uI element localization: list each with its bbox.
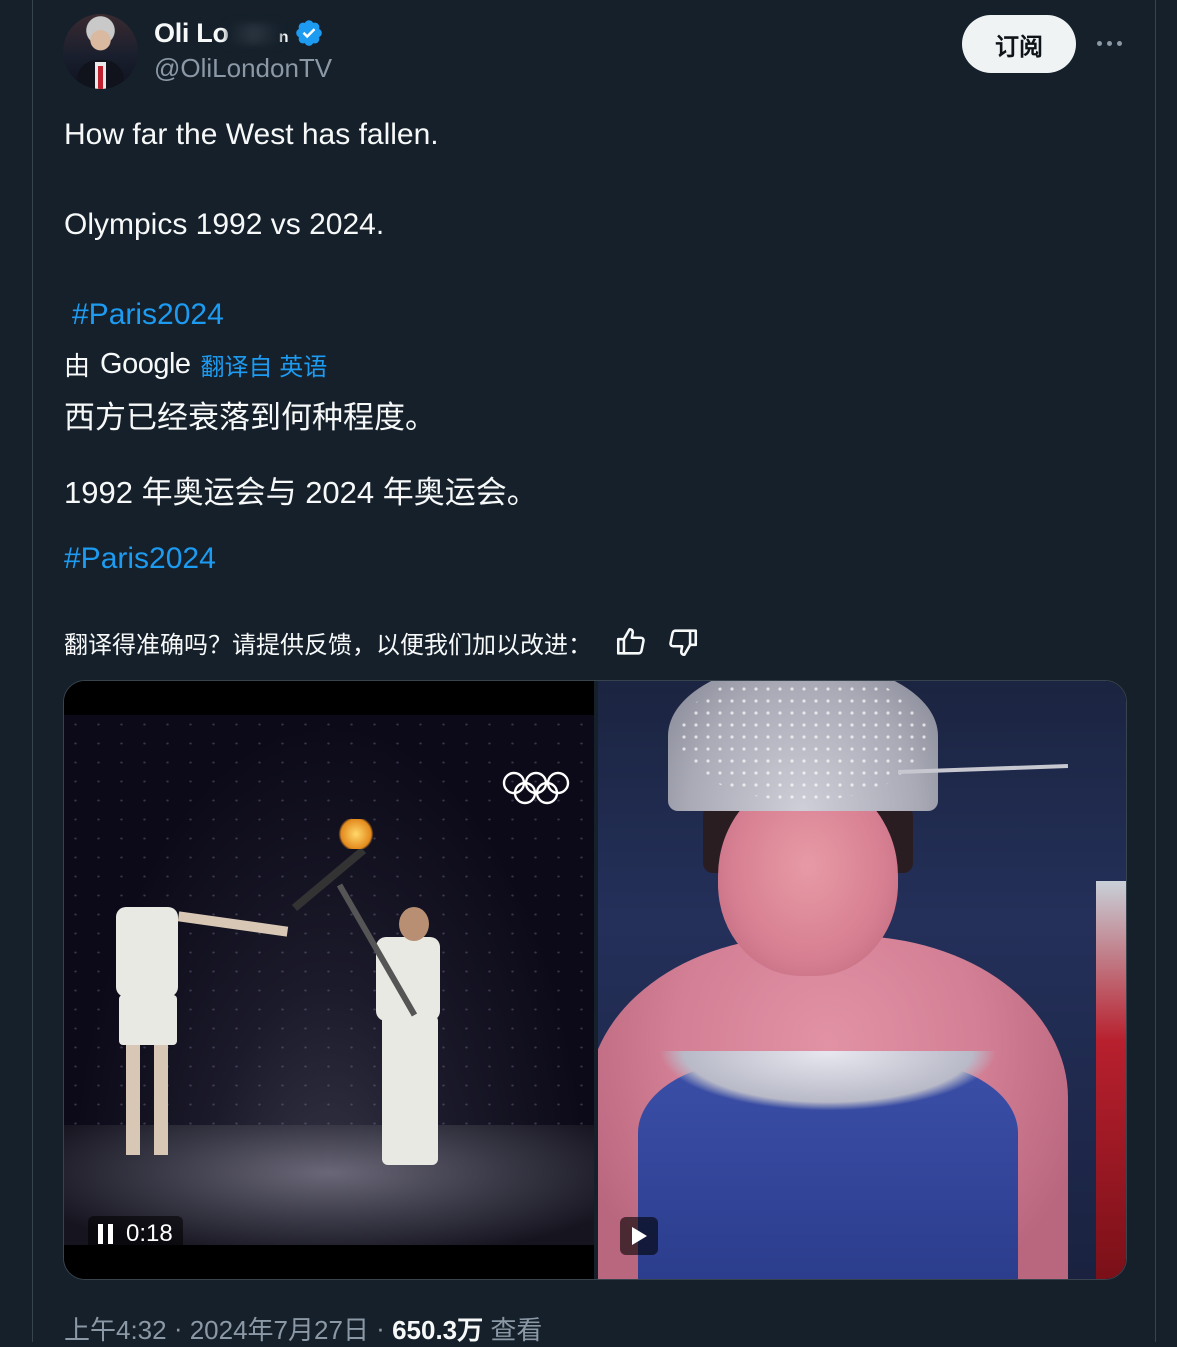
view-count: 650.3万 <box>392 1315 484 1345</box>
google-logo: Google <box>100 347 191 380</box>
author-display-name[interactable]: Oli Lo n <box>154 18 289 49</box>
video-1992[interactable]: 0:18 <box>64 681 594 1279</box>
tweet-text-line2: Olympics 1992 vs 2024. <box>64 208 385 241</box>
author-name-row[interactable]: Oli Lo n <box>154 16 324 50</box>
translation-by-label: 由 <box>64 350 91 381</box>
avatar-tie <box>98 66 103 89</box>
translated-text-line2: 1992 年奥运会与 2024 年奥运会。 <box>64 475 538 510</box>
subscribe-button[interactable]: 订阅 <box>962 15 1076 73</box>
translation-feedback-row: 翻译得准确吗？请提供反馈，以便我们加以改进： <box>64 624 700 660</box>
translated-text-line1: 西方已经衰落到何种程度。 <box>64 400 436 435</box>
flame <box>336 819 376 849</box>
tweet-date[interactable]: 2024年7月27日 <box>190 1310 369 1347</box>
olympic-rings-icon <box>502 771 570 805</box>
avatar[interactable] <box>63 14 138 89</box>
translated-hashtag[interactable]: #Paris2024 <box>64 542 216 576</box>
thumbs-down-icon[interactable] <box>666 625 700 659</box>
views-label: 查看 <box>483 1315 543 1345</box>
video-2024[interactable] <box>598 681 1126 1279</box>
video-controls[interactable]: 0:18 <box>88 1216 183 1252</box>
video-duration: 0:18 <box>126 1220 173 1247</box>
tweet-time[interactable]: 上午4:32 <box>64 1310 167 1347</box>
author-handle[interactable]: @OliLondonTV <box>154 53 332 84</box>
translated-from-link[interactable]: 翻译自 英语 <box>201 347 328 382</box>
tweet-media[interactable]: 0:18 <box>63 680 1127 1280</box>
video-1992-frame <box>64 715 594 1245</box>
pause-icon[interactable] <box>98 1224 114 1244</box>
play-button[interactable] <box>620 1217 658 1255</box>
translation-attribution: 由 Google 翻译自 英语 <box>64 346 327 382</box>
tweet-hashtag[interactable]: #Paris2024 <box>72 298 224 332</box>
verified-badge-icon <box>296 20 322 46</box>
tweet-text-line1: How far the West has fallen. <box>64 118 439 151</box>
column-border-right <box>1155 0 1156 1342</box>
play-icon <box>632 1227 647 1245</box>
translation-feedback-prompt: 翻译得准确吗？请提供反馈，以便我们加以改进： <box>64 631 592 659</box>
thumbs-up-icon[interactable] <box>614 625 648 659</box>
headpiece <box>668 681 938 811</box>
column-border-left <box>32 0 33 1342</box>
tweet-meta: 上午4:32 · 2024年7月27日 · 650.3万 查看 <box>64 1310 542 1347</box>
more-options-icon[interactable] <box>1091 28 1127 58</box>
